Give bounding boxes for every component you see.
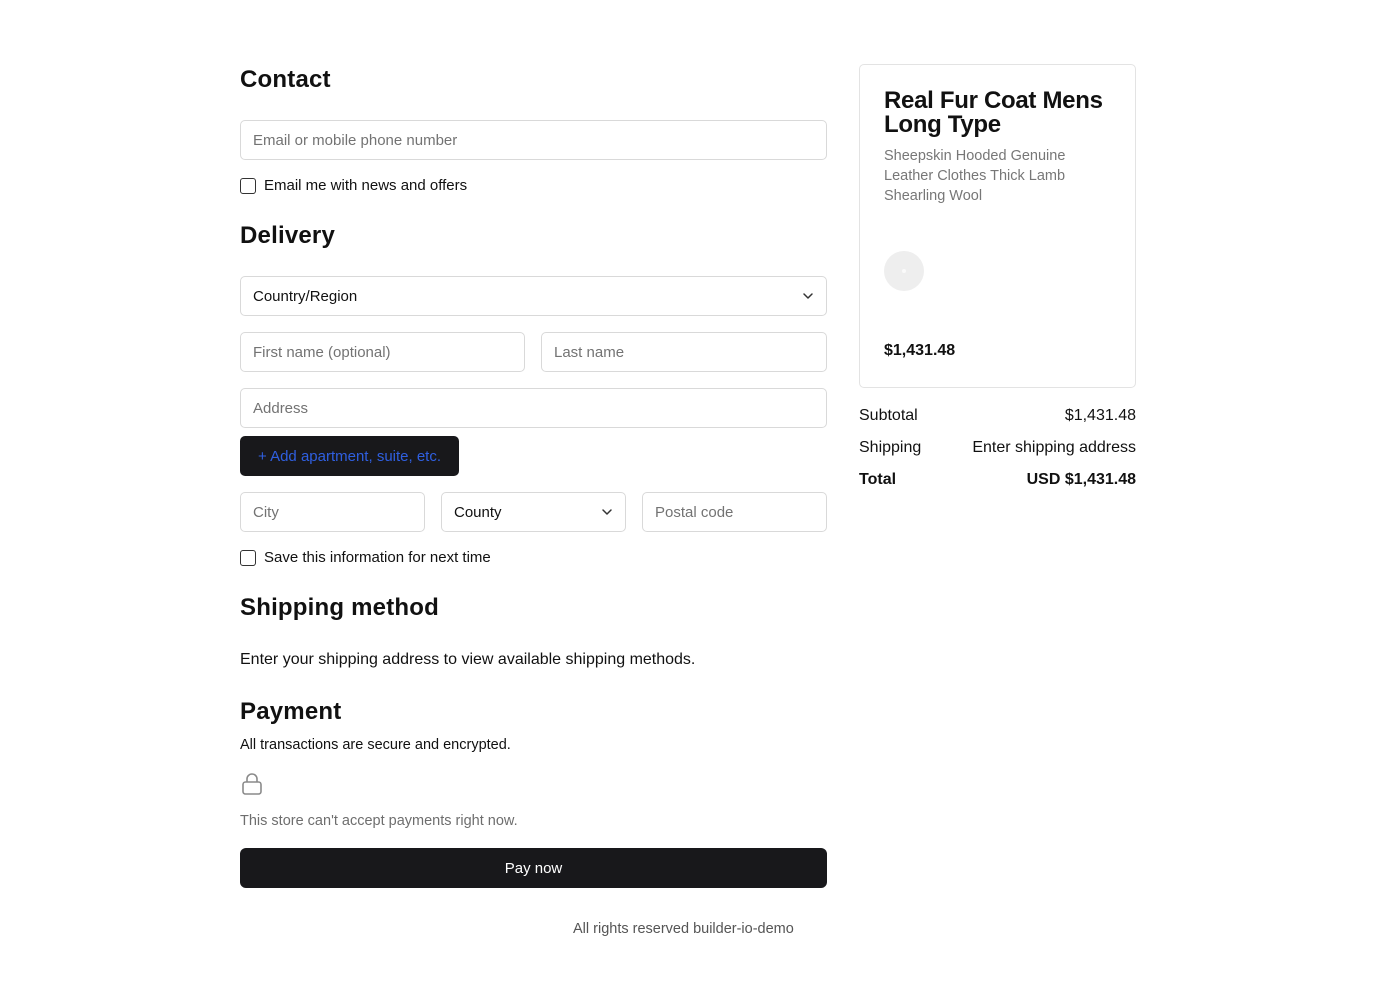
chevron-down-icon bbox=[602, 509, 612, 515]
last-name-wrapper bbox=[541, 332, 827, 372]
product-title: Real Fur Coat Mens Long Type bbox=[884, 87, 1103, 138]
total-value: USD $1,431.48 bbox=[1026, 471, 1136, 488]
product-description: Sheepskin Hooded Genuine Leather Clothes… bbox=[884, 148, 1066, 204]
delivery-heading: Delivery bbox=[240, 222, 335, 249]
product-image bbox=[884, 251, 924, 291]
save-info-option[interactable]: Save this information for next time bbox=[240, 549, 491, 566]
address-wrapper bbox=[240, 388, 827, 428]
newsletter-option[interactable]: Email me with news and offers bbox=[240, 177, 467, 194]
newsletter-checkbox[interactable] bbox=[240, 177, 256, 194]
shipping-method-message: Enter your shipping address to view avai… bbox=[240, 651, 696, 668]
subtotal-label: Subtotal bbox=[859, 407, 918, 424]
save-info-checkbox[interactable] bbox=[240, 549, 256, 566]
subtotal-value: $1,431.48 bbox=[1064, 407, 1136, 424]
chevron-down-icon bbox=[803, 293, 813, 299]
subtotal-row: Subtotal $1,431.48 bbox=[859, 407, 1136, 425]
county-select-value: County bbox=[454, 503, 502, 521]
pay-now-button[interactable]: Pay now bbox=[240, 848, 827, 888]
shipping-row: Shipping Enter shipping address bbox=[859, 439, 1136, 457]
city-field[interactable] bbox=[253, 503, 412, 521]
country-select-value: Country/Region bbox=[253, 287, 358, 305]
product-card: Real Fur Coat Mens Long Type Sheepskin H… bbox=[859, 64, 1136, 388]
payment-unavailable-note: This store can't accept payments right n… bbox=[240, 813, 518, 829]
first-name-wrapper bbox=[240, 332, 525, 372]
email-field-wrapper bbox=[240, 120, 827, 160]
shipping-method-heading: Shipping method bbox=[240, 594, 439, 621]
postal-code-wrapper bbox=[642, 492, 827, 532]
county-select[interactable]: County bbox=[441, 492, 626, 532]
product-price: $1,431.48 bbox=[884, 342, 956, 359]
footer-text: All rights reserved builder-io-demo bbox=[573, 921, 794, 937]
newsletter-label: Email me with news and offers bbox=[264, 177, 468, 194]
last-name-field[interactable] bbox=[554, 343, 814, 361]
country-select[interactable]: Country/Region bbox=[240, 276, 827, 316]
payment-heading: Payment bbox=[240, 698, 342, 725]
email-field[interactable] bbox=[253, 131, 814, 149]
payment-secure-note: All transactions are secure and encrypte… bbox=[240, 737, 511, 753]
save-info-label: Save this information for next time bbox=[264, 549, 491, 566]
contact-heading: Contact bbox=[240, 66, 331, 93]
shipping-value: Enter shipping address bbox=[972, 439, 1136, 456]
total-label: Total bbox=[859, 471, 897, 488]
add-apartment-button[interactable]: + Add apartment, suite, etc. bbox=[240, 436, 459, 476]
first-name-field[interactable] bbox=[253, 343, 512, 361]
city-wrapper bbox=[240, 492, 425, 532]
lock-icon bbox=[242, 773, 262, 795]
shipping-label: Shipping bbox=[859, 439, 922, 456]
total-row: Total USD $1,431.48 bbox=[859, 471, 1136, 489]
address-field[interactable] bbox=[253, 399, 814, 417]
postal-code-field[interactable] bbox=[655, 503, 814, 521]
